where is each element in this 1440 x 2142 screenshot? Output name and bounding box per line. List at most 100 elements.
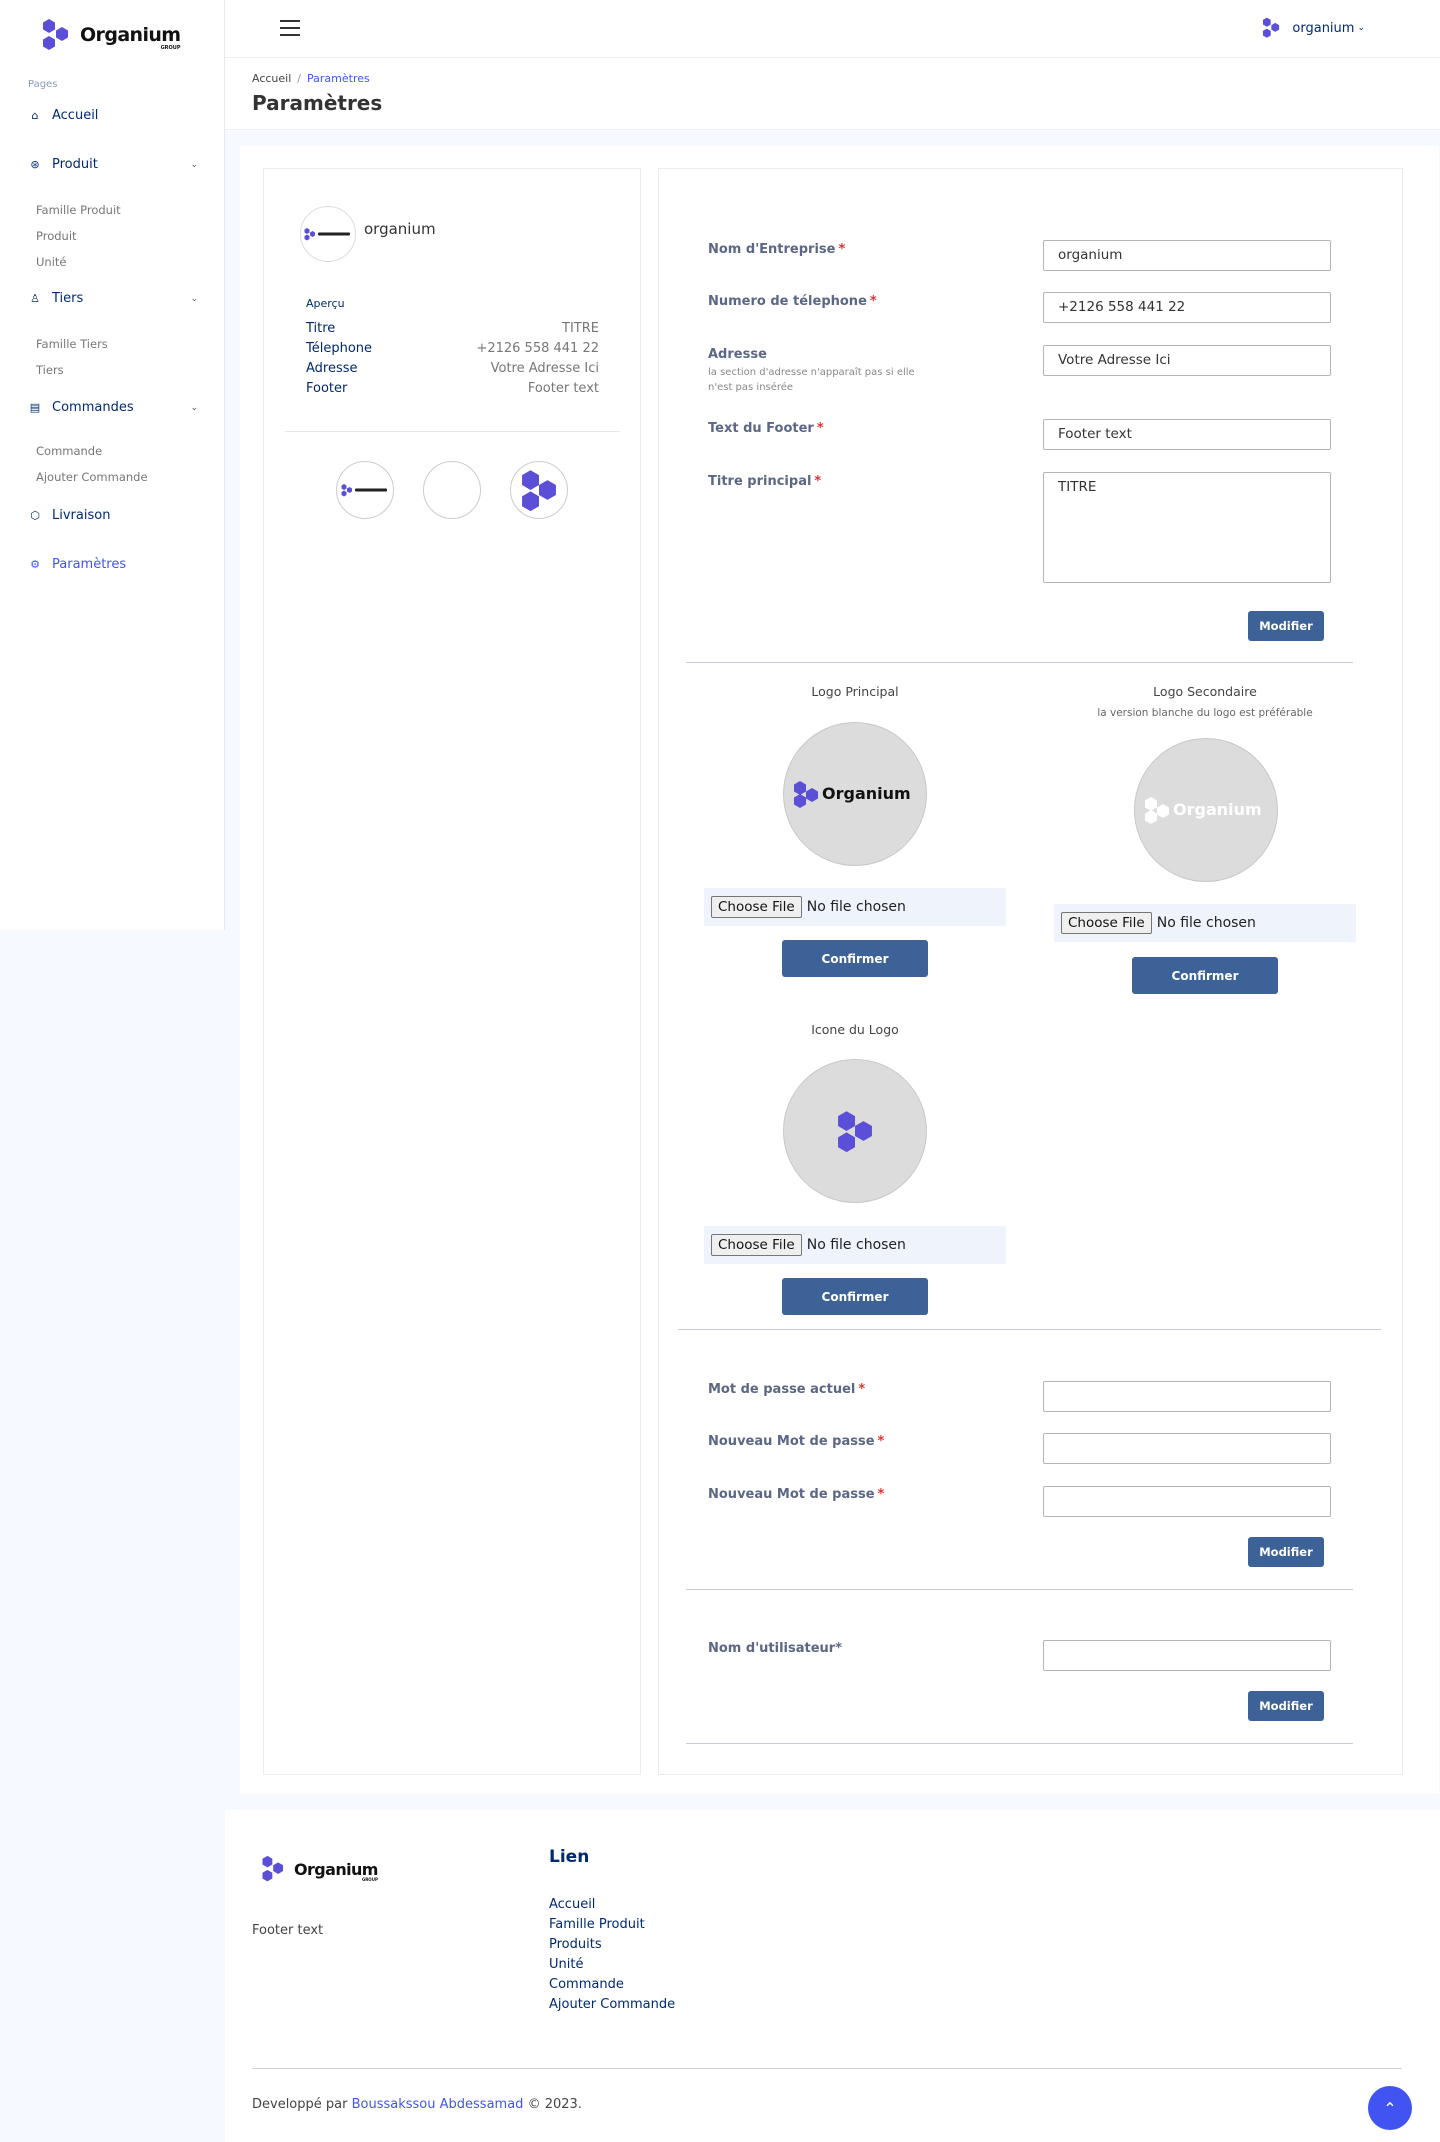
address-input[interactable]: Votre Adresse Ici: [1043, 345, 1331, 376]
footer-link-commande[interactable]: Commande: [549, 1977, 624, 1992]
main-logo-file-input[interactable]: Choose File No file chosen: [704, 888, 1006, 926]
confirm-password-input[interactable]: [1043, 1486, 1331, 1517]
sidebar-item-label: Tiers: [52, 291, 84, 306]
hexagon-logo-icon: [43, 19, 68, 50]
confirm-secondary-logo-button[interactable]: Confirmer: [1132, 957, 1278, 994]
sidebar-item-label: Produit: [52, 157, 98, 172]
gear-icon: ⚙: [30, 558, 40, 571]
brand-logo[interactable]: Organium GROUP: [40, 18, 181, 52]
author-link[interactable]: Boussakssou Abdessamad: [352, 2097, 524, 2112]
footer-link-produits[interactable]: Produits: [549, 1937, 602, 1952]
organium-logo-icon: [341, 484, 387, 497]
sidebar-item-parametres[interactable]: ⚙ Paramètres: [28, 557, 198, 572]
sidebar-item-label: Livraison: [52, 508, 111, 523]
footer-brand-name: Organium GROUP: [294, 1859, 378, 1882]
hexagon-logo-icon: [262, 1855, 284, 1882]
hexagon-logo-icon: [838, 1111, 872, 1153]
back-to-top-button[interactable]: ⌃: [1368, 2086, 1412, 2130]
sidebar-subitem-unite[interactable]: Unité: [36, 255, 67, 269]
modify-password-button[interactable]: Modifier: [1248, 1537, 1324, 1567]
copyright: Developpé par Boussakssou Abdessamad © 2…: [252, 2097, 582, 2112]
divider: [686, 1589, 1353, 1590]
confirm-main-logo-button[interactable]: Confirmer: [782, 940, 928, 977]
preview-main-logo-thumb: [336, 461, 394, 519]
choose-file-button[interactable]: Choose File: [711, 896, 802, 918]
preview-card: [263, 168, 641, 1775]
top-header: organium ⌄: [225, 0, 1440, 58]
modify-username-button[interactable]: Modifier: [1248, 1691, 1324, 1721]
breadcrumb-home[interactable]: Accueil: [252, 72, 291, 85]
divider: [686, 662, 1353, 663]
divider: [686, 1743, 1353, 1744]
divider: [678, 1329, 1381, 1330]
organium-logo-icon: [304, 228, 350, 241]
footer-link-ajouter-commande[interactable]: Ajouter Commande: [549, 1997, 675, 2012]
divider: [252, 2068, 1402, 2069]
phone-label: Numero de télephone *: [708, 294, 877, 309]
sidebar-subitem-tiers[interactable]: Tiers: [36, 363, 64, 377]
sidebar-item-label: Accueil: [52, 108, 99, 123]
address-label: Adresse: [708, 347, 767, 362]
footer-link-unite[interactable]: Unité: [549, 1957, 583, 1972]
sidebar-item-commandes[interactable]: ▤ Commandes ⌄: [28, 400, 198, 415]
icon-logo-file-input[interactable]: Choose File No file chosen: [704, 1226, 1006, 1264]
sidebar-item-livraison[interactable]: ⬡ Livraison: [28, 508, 198, 523]
chevron-up-icon: ⌃: [1383, 2098, 1397, 2118]
sidebar-item-produit[interactable]: ⊛ Produit ⌄: [28, 157, 198, 172]
main-logo-preview: Organium: [783, 722, 927, 866]
modify-company-button[interactable]: Modifier: [1248, 611, 1324, 641]
sidebar-subitem-famille-produit[interactable]: Famille Produit: [36, 203, 121, 217]
footer-link-famille-produit[interactable]: Famille Produit: [549, 1917, 645, 1932]
preview-secondary-logo-thumb: [423, 461, 481, 519]
footer-link-accueil[interactable]: Accueil: [549, 1897, 595, 1912]
preview-row-adresse: Adresse Votre Adresse Ici: [306, 361, 599, 376]
choose-file-button[interactable]: Choose File: [711, 1234, 802, 1256]
footer-text-input[interactable]: Footer text: [1043, 419, 1331, 450]
organium-logo-white-icon: Organium: [1145, 797, 1262, 824]
sidebar-subitem-produit[interactable]: Produit: [36, 229, 77, 243]
company-name-label: Nom d'Entreprise *: [708, 242, 846, 257]
sidebar-subitem-ajouter-commande[interactable]: Ajouter Commande: [36, 470, 148, 484]
breadcrumb: Accueil / Paramètres: [252, 72, 370, 85]
main-title-textarea[interactable]: TITRE: [1043, 472, 1331, 583]
sidebar-item-label: Commandes: [52, 400, 134, 415]
username-input[interactable]: [1043, 1640, 1331, 1671]
phone-input[interactable]: +2126 558 441 22: [1043, 292, 1331, 323]
confirm-icon-logo-button[interactable]: Confirmer: [782, 1278, 928, 1315]
svg-text:Organium: Organium: [822, 784, 911, 803]
icon-logo-preview: [783, 1059, 927, 1203]
preview-logo: [300, 206, 356, 262]
box-icon: ⊛: [30, 158, 40, 171]
svg-text:Organium: Organium: [1173, 800, 1262, 819]
sidebar-item-tiers[interactable]: ♙ Tiers ⌄: [28, 291, 198, 306]
current-password-input[interactable]: [1043, 1381, 1331, 1412]
new-password-input[interactable]: [1043, 1433, 1331, 1464]
choose-file-button[interactable]: Choose File: [1061, 912, 1152, 934]
sidebar-subitem-famille-tiers[interactable]: Famille Tiers: [36, 337, 108, 351]
preview-row-titre: Titre TITRE: [306, 321, 599, 336]
profile-menu[interactable]: organium ⌄: [1260, 17, 1365, 39]
secondary-logo-preview: Organium: [1134, 738, 1278, 882]
page-title-band: Accueil / Paramètres Paramètres: [225, 58, 1440, 130]
username-label: Nom d'utilisateur*: [708, 1641, 843, 1656]
preview-company-name: organium: [364, 220, 436, 238]
footer-text: Footer text: [252, 1923, 324, 1938]
menu-toggle-icon[interactable]: [280, 20, 300, 36]
footer-text-label: Text du Footer *: [708, 421, 824, 436]
divider: [285, 431, 620, 432]
sidebar-subitem-commande[interactable]: Commande: [36, 444, 102, 458]
chevron-down-icon: ⌄: [190, 402, 198, 413]
avatar: [1263, 17, 1280, 38]
sidebar-item-accueil[interactable]: ⌂ Accueil: [28, 108, 198, 123]
page-footer: [225, 1810, 1440, 2142]
hexagon-logo-icon: [522, 470, 556, 512]
home-icon: ⌂: [31, 109, 39, 122]
organium-logo-icon: Organium: [794, 781, 911, 808]
calendar-icon: ▤: [29, 401, 41, 414]
preview-row-telephone: Télephone +2126 558 441 22: [306, 341, 599, 356]
company-name-input[interactable]: organium: [1043, 240, 1331, 271]
current-password-label: Mot de passe actuel *: [708, 1382, 866, 1397]
secondary-logo-file-input[interactable]: Choose File No file chosen: [1054, 904, 1356, 942]
page-title: Paramètres: [252, 91, 383, 115]
profile-name: organium: [1292, 20, 1355, 36]
